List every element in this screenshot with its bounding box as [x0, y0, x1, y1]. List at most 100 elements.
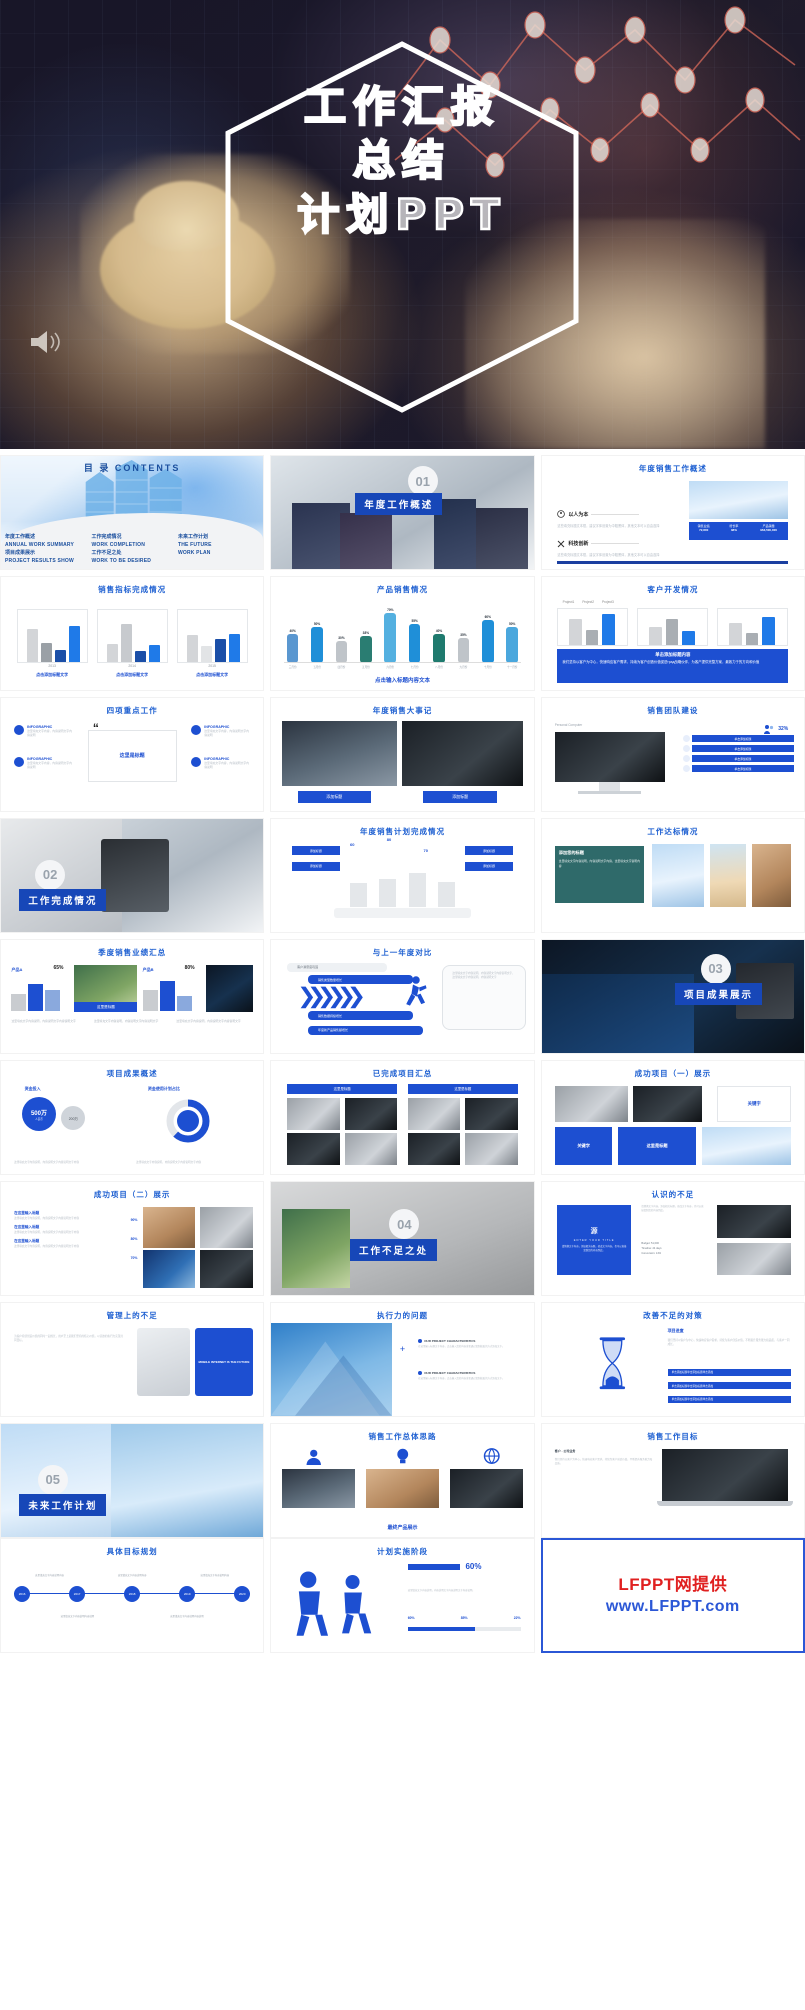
thumb-customer-development[interactable]: 客户开发情况 Project1 Project2 Project3 单击添加标题… [540, 576, 805, 691]
chart-group-2 [96, 608, 168, 663]
exec-block-2: OUR PROJECT CHARACTERISTICS 在这里输入标题文字内容，… [418, 1370, 523, 1381]
stat-value: 72,800 [699, 527, 709, 532]
roadmap-bottom-captions: 这里填充文字内容说明内容说明 这里填充文字内容说明内容说明 [38, 1614, 227, 1618]
contents-columns: 年度工作概述 ANNUAL WORK SUMMARY 项目成果展示 PROJEC… [5, 533, 259, 565]
plan-pct: 80 [386, 837, 392, 843]
device-label: Personal Computer [554, 722, 583, 727]
bar-value-label: 30% [338, 636, 345, 641]
slide-title: 管理上的不足 [106, 1311, 158, 1320]
thumb-recognized-gaps[interactable]: 认识的不足 源 ENTER YOUR TITLE 请替换文字内容，添加相关标题，… [540, 1181, 805, 1296]
thumb-work-goals[interactable]: 销售工作目标 客户 · 公司业务 我们坚持以客户为中心，快速响应客户需求，持续为… [540, 1423, 805, 1538]
improve-paragraph: 我们坚持以客户为中心，快速响应客户需求，持续为客户创造价值，不断提升服务能力和品… [667, 1339, 790, 1347]
thumb-goal-status[interactable]: 工作达标情况 添加您的标题 这里填充文字内容说明，内容说明文字内容，这里填充文字… [540, 818, 805, 933]
note: 这里填充文字内容说明，内容说明文字内容说明文字 [11, 1019, 76, 1024]
exec-block-1: OUR PROJECT CHARACTERISTICS 在这里输入标题文字内容，… [418, 1339, 523, 1349]
team-percent: 32% [778, 725, 789, 732]
bullet-title: 在这里输入标题 [14, 1225, 40, 1230]
thumb-section-03[interactable]: 03 项目成果展示 [540, 939, 805, 1054]
callout-body: 我们坚持以客户为中心，快速响应客户需求，持续为客户创造价值促进град战略伙伴，… [562, 660, 760, 665]
bullet-title: 在这里输入标题 [14, 1211, 40, 1216]
feature-row-1: 以人为本 [557, 510, 640, 519]
pct: 90% [130, 1218, 138, 1223]
thumb-improvement-measures[interactable]: 改善不足的对策 项目进度 我们坚持以客户为中心，快速响应客户需求，持续为客户创造… [540, 1302, 805, 1417]
project-photo [465, 1098, 518, 1130]
team-row: 单击添加标题 [683, 735, 794, 743]
thumb-year-comparison[interactable]: 与上一年度对比 客户满意度巩固 销售类型数量增长 销售数据持续增长 年度新产品销… [270, 939, 535, 1054]
project-tab-1[interactable]: 这里是标题 [287, 1083, 398, 1094]
project-photo [344, 1098, 398, 1130]
caption: 这里填充文字内容说明内容说明 [60, 1614, 95, 1618]
success2-photo [142, 1206, 196, 1248]
slide-title: 工作达标情况 [647, 827, 699, 836]
plan-tag: 添加标题 [292, 861, 340, 871]
success2-photo [200, 1206, 253, 1248]
thumb-success-project-1[interactable]: 成功项目（一）展示 关键字 关键字 这里是标题 [540, 1060, 805, 1175]
event-button-2[interactable]: 添加标题 [423, 790, 497, 804]
project-tab-label: 这里是标题 [454, 1087, 472, 1092]
info-item: INFOGRAPHIC 这里填充文字内容，内容说明文字内容说明 [191, 756, 250, 769]
thumb-product-sales[interactable]: 产品销售情况 40% 50% 30% 38% 70% 55% 40% 35% 60% 50% 三月… [270, 576, 535, 691]
note: 这里填充文字内容说明，内容说明文字内容说明文字内容 [14, 1160, 79, 1164]
product-axis-label: 五月份 [313, 666, 321, 670]
chart-group-3 [176, 608, 248, 663]
slide-title: 季度销售业绩汇总 [98, 948, 167, 957]
thumb-section-05[interactable]: 05 未来工作计划 [0, 1423, 265, 1538]
callout-title: 单击添加标题内容 [655, 652, 691, 658]
product-axis-label: 三月份 [288, 666, 297, 670]
people-icon [557, 510, 566, 519]
pedestal [334, 908, 471, 919]
ppt-template-preview: 工作汇报 总结 计划PPT 目 录 CONTENTS 年度工作概述 ANNUAL… [0, 0, 805, 1659]
pct: 60% [407, 1615, 415, 1620]
laptop-photo [662, 1448, 789, 1501]
thumb-section-04[interactable]: 04 工作不足之处 [270, 1181, 535, 1296]
exec-block-desc: 在这里输入标题文字内容，点击输入您的内容或者通过复制粘贴的方式添加文字。 [418, 1345, 505, 1349]
bar-value-label: 70% [387, 607, 394, 612]
contents-title-en: CONTENTS [114, 463, 181, 473]
last-row: 具体目标规划 这里填充文字内容说明内容 这里填充文字内容说明内容 这里填充文字内… [0, 1538, 805, 1659]
plan-bar [379, 878, 397, 908]
contents-item-cn: 工作完成情况 [91, 534, 122, 540]
thumb-implementation-stage[interactable]: 计划实施阶段 60% 这里填充文字内容说明，内容说明文字内容说明文字内容说明。 … [270, 1538, 535, 1653]
bar-value-label: 50% [313, 622, 321, 627]
thumb-contents[interactable]: 目 录 CONTENTS 年度工作概述 ANNUAL WORK SUMMARY … [0, 455, 265, 570]
chart-group-1 [16, 608, 88, 663]
comparison-note-text: 这里填充文字内容说明，内容说明文字内容说明文字，这里填充文字内容说明，内容说明文… [452, 971, 515, 979]
thumb-plan-completion[interactable]: 年度销售计划完成情况 添加标题 添加标题 添加标题 添加标题 60 80 70 [270, 818, 535, 933]
goal-photo-1 [651, 843, 705, 908]
pct: 22% [513, 1615, 521, 1620]
stage-progress-track [407, 1627, 521, 1632]
team-row-label: 单击添加标题 [692, 735, 794, 743]
thumb-overall-approach[interactable]: 销售工作总体思路 最终产品展示 [270, 1423, 535, 1538]
section-label: 工作完成情况 [19, 889, 107, 912]
money-circle-secondary: 200万 [61, 1106, 86, 1131]
product-bar-wrap: 55% [406, 602, 423, 663]
team-rows: 单击添加标题 单击添加标题 单击添加标题 单击添加标题 [683, 735, 794, 773]
goal-photo-3 [751, 843, 791, 908]
thumb-execution-issues[interactable]: 执行力的问题 + OUR PROJECT CHARACTERISTICS 在这里… [270, 1302, 535, 1417]
thumb-annual-events[interactable]: 年度销售大事记 添加标题 添加标题 [270, 697, 535, 812]
thumb-roadmap[interactable]: 具体目标规划 这里填充文字内容说明内容 这里填充文字内容说明内容 这里填充文字内… [0, 1538, 265, 1653]
project-tab-label: 这里是标题 [333, 1087, 351, 1092]
thumb-four-key-tasks[interactable]: 四项重点工作 INFOGRAPHIC 这里填充文字内容，内容说明文字内容说明 I… [0, 697, 265, 812]
slide-title: 四项重点工作 [106, 706, 158, 715]
plan-tag: 添加标题 [465, 846, 513, 856]
thumb-sales-target[interactable]: 销售指标完成情况 2013 2014 2015 点击添加标题文字 点击添加标题文… [0, 576, 265, 691]
bar-value-label: 40% [289, 629, 296, 634]
thumb-success-project-2[interactable]: 成功项目（二）展示 在这里输入标题 这里填充文字内容说明，内容说明文字内容说明文… [0, 1181, 265, 1296]
thumb-section-01[interactable]: 01 年度工作概述 [270, 455, 535, 570]
stage-small-percents: 60% 85% 22% [408, 1616, 521, 1620]
success-photo [701, 1126, 791, 1165]
thumb-completed-projects[interactable]: 已完成项目汇总 这里是标题 这里是标题 [270, 1060, 535, 1175]
thumb-project-outcome[interactable]: 项目成果概述 资金投入 500万 人民币 200万 资金使用计划占比 这里填充文… [0, 1060, 265, 1175]
thumb-management-gaps[interactable]: 管理上的不足 为客户持续创造价值的同时一起成长，用户至上是我们坚持的核心价值，以… [0, 1302, 265, 1417]
thumb-section-02[interactable]: 02 工作完成情况 [0, 818, 265, 933]
thumb-annual-overview[interactable]: 年度销售工作概述 以人为本 这些填充标题文本框，建议字体设置为中粗黑体，其他文本… [540, 455, 805, 570]
caption: 这里填充文字内容说明内容说明 [170, 1614, 204, 1618]
team-row-label: 单击添加标题 [692, 765, 794, 773]
contents-title: 目 录 CONTENTS [1, 461, 263, 474]
thumb-team-building[interactable]: 销售团队建设 Personal Computer 32% 单击添加标题 单击添加… [540, 697, 805, 812]
event-button-1[interactable]: 添加标题 [297, 790, 371, 804]
gap-tag: 源 [590, 1228, 598, 1236]
project-tab-2[interactable]: 这里是标题 [407, 1083, 518, 1094]
thumb-quarterly-summary[interactable]: 季度销售业绩汇总 产品A 65% 产品B 80% 这里是标题 这里填充文字内容说… [0, 939, 265, 1054]
